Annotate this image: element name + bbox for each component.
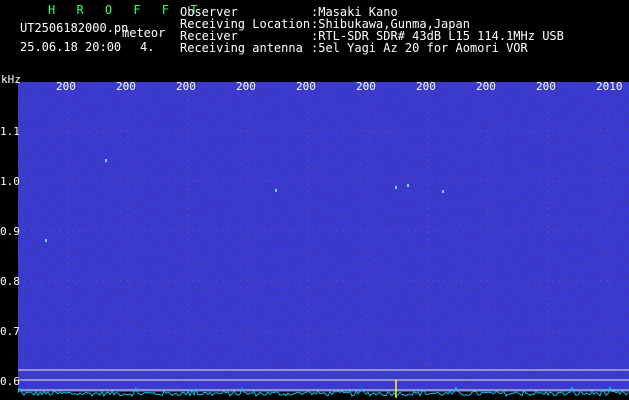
- y-tick-label: 0.8: [0, 275, 20, 288]
- top-tick-label: 200: [236, 80, 256, 93]
- top-tick-label: 200: [56, 80, 76, 93]
- top-tick-label: 2010: [596, 80, 623, 93]
- axis-unit-label: kHz: [1, 74, 21, 86]
- filename: UT2506182000.pn: [20, 21, 129, 35]
- y-tick-label: 1.1: [0, 125, 20, 138]
- signal-speckle: [442, 190, 444, 193]
- signal-speckle: [45, 239, 47, 242]
- y-tick-label: 0.6: [0, 375, 20, 388]
- signal-speckle: [105, 159, 107, 162]
- spectrogram-panel: 1.1 1.0 0.9 0.8 0.7 0.6 200 200 200 200 200 200 200…: [0, 74, 629, 400]
- signal-speckle: [407, 184, 409, 187]
- top-tick-label: 200: [356, 80, 376, 93]
- top-tick-label: 200: [116, 80, 136, 93]
- y-tick-label: 1.0: [0, 175, 20, 188]
- y-tick-labels: 1.1 1.0 0.9 0.8 0.7 0.6: [0, 125, 20, 388]
- top-tick-label: 200: [176, 80, 196, 93]
- top-tick-label: 200: [476, 80, 496, 93]
- top-tick-label: 200: [296, 80, 316, 93]
- y-tick-label: 0.7: [0, 325, 20, 338]
- top-tick-label: 200: [536, 80, 556, 93]
- waterfall-noise: [18, 82, 629, 392]
- meta-label-antenna: Receiving antenna: [180, 41, 303, 55]
- top-tick-label: 200: [416, 80, 436, 93]
- signal-speckle: [395, 186, 397, 189]
- datetime: 25.06.18 20:00: [20, 40, 122, 54]
- signal-speckle: [275, 189, 277, 192]
- mode-label: meteor: [122, 26, 166, 40]
- spectrogram-plot: 1.1 1.0 0.9 0.8 0.7 0.6 200 200 200 200 200 200 200…: [0, 74, 629, 398]
- y-tick-label: 0.9: [0, 225, 20, 238]
- header-panel: H R O F F T UT2506182000.pn meteor 25.06…: [0, 0, 629, 74]
- meta-value-antenna: :5el Yagi Az 20 for Aomori VOR: [311, 41, 528, 55]
- channel-number: 4.: [140, 40, 155, 54]
